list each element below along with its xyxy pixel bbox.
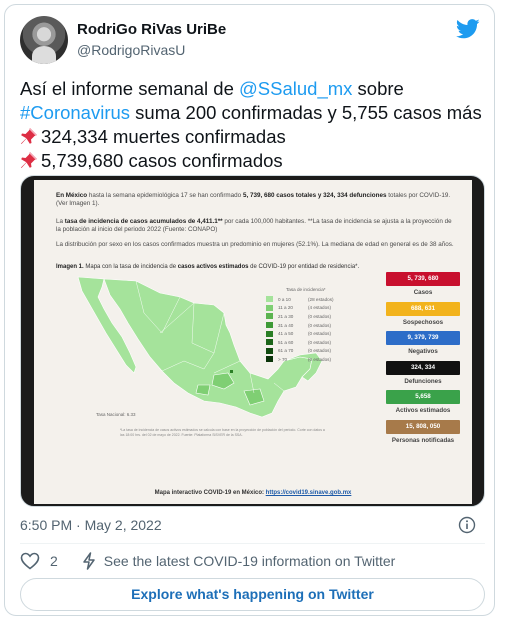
report-paragraph-2: La tasa de incidencia de casos acumulado… [56,218,454,235]
legend-swatch [266,304,273,311]
heart-icon[interactable] [20,552,40,570]
map-title: Imagen 1. Mapa con la tasa de incidencia… [56,264,359,270]
legend-range: 61 a 70 [278,348,294,354]
stat-value: 324, 334 [386,360,460,375]
report-text: En México [56,192,88,199]
tasa-nacional: Tasa Nacional: 6.33 [96,412,136,417]
tweet-text-segment: 5,739,680 casos confirmados [41,150,283,171]
stat-value: 9, 379, 739 [386,331,460,345]
user-handle[interactable]: @RodrigoRivasU [77,42,185,58]
tweet-actions: 2 See the latest COVID-19 information on… [20,551,395,571]
legend-count: (0 estados) [308,356,331,362]
legend-count: (0 estados) [308,339,331,345]
legend-range: 31 a 40 [278,322,294,328]
lightning-icon [83,552,95,570]
legend-range: 0 a 10 [278,296,291,302]
report-text: de COVID-19 por entidad de residencia*. [248,264,360,270]
legend-range: 11 a 20 [278,305,293,311]
map-region-state-11-20 [195,384,211,396]
legend-swatch [266,356,273,363]
stat-block: 5, 739, 680 Casos [386,272,460,297]
legend-count: (28 estados) [308,296,334,302]
display-name[interactable]: RodriGo RiVas UriBe [77,21,226,38]
map-marker-cdmx [230,370,233,373]
legend-range: 21 a 30 [278,313,294,319]
legend-row: 51 a 60 (0 estados) [266,338,346,347]
hashtag-link[interactable]: #Coronavirus [20,102,130,123]
legend-row: 21 a 30 (0 estados) [266,312,346,321]
legend-row: > 70 (0 estados) [266,355,346,364]
map-notes: *La tasa de incidencia de casos activos … [120,428,325,437]
twitter-bird-icon[interactable] [456,19,480,39]
report-text: Mapa interactivo COVID-19 en México: [154,490,266,496]
legend-range: > 70 [278,356,288,362]
legend-row: 61 a 70 (0 estados) [266,347,346,356]
report-text: La [56,218,65,225]
stat-label: Negativos [408,348,438,355]
tweet-card: RodriGo RiVas UriBe @RodrigoRivasU Así e… [4,4,495,616]
legend-swatch [266,322,273,329]
report-paragraph-3: La distribución por sexo en los casos co… [56,241,454,248]
stat-block: 15, 808, 050 Personas notificadas [386,419,460,445]
avatar[interactable] [20,16,68,64]
report-document: En México hasta la semana epidemiológica… [34,180,472,504]
stat-label: Casos [413,289,433,296]
stat-label: Defunciones [404,377,442,385]
tweet-media-image[interactable]: En México hasta la semana epidemiológica… [20,175,485,507]
stat-value: 5,658 [386,390,460,404]
interactive-map-caption: Mapa interactivo COVID-19 en México: htt… [34,490,472,496]
stat-value: 688, 631 [386,301,460,316]
stats-panel: 5, 739, 680 Casos 688, 631 Sospechosos 9, 37… [386,272,460,449]
legend-header: Tasa de incidencia* [286,287,326,292]
stat-block: 688, 631 Sospechosos [386,301,460,327]
tweet-text-segment: suma 200 confirmadas y 5,755 casos más [130,102,482,123]
legend-count: (0 estados) [308,348,331,354]
legend-swatch [266,339,273,346]
tweet-timestamp[interactable]: 6:50 PM · May 2, 2022 [20,517,162,533]
legend-count: (0 estados) [308,331,331,337]
stat-label: Sospechosos [402,318,444,326]
legend-count: (0 estados) [308,313,331,319]
legend-count: (4 estados) [308,305,331,311]
stat-block: 9, 379, 739 Negativos [386,331,460,356]
info-icon[interactable] [458,516,476,534]
divider [20,543,485,544]
stat-block: 324, 334 Defunciones [386,360,460,386]
mention-link[interactable]: @SSalud_mx [239,78,352,99]
like-count[interactable]: 2 [50,553,58,569]
report-paragraph-1: En México hasta la semana epidemiológica… [56,192,454,209]
legend-range: 51 a 60 [278,339,294,345]
covid-info-link[interactable]: See the latest COVID-19 information on T… [104,553,396,569]
report-text: 5, 739, 680 casos totales y 324, 334 def… [242,192,387,199]
legend-swatch [266,330,273,337]
tweet-text: Así el informe semanal de @SSalud_mx sob… [20,77,490,173]
stat-block: 5,658 Activos estimados [386,390,460,415]
report-text: tasa de incidencia de casos acumulados d… [64,218,223,225]
map-legend: Tasa de incidencia* 0 a 10 (28 estados) 11… [266,287,346,364]
legend-swatch [266,313,273,320]
report-text: hasta la semana epidemiológica 17 se han… [87,192,243,199]
legend-row: 11 a 20 (4 estados) [266,304,346,313]
stat-value: 5, 739, 680 [386,272,460,286]
tweet-text-segment: sobre [352,78,404,99]
legend-row: 41 a 50 (0 estados) [266,329,346,338]
legend-row: 0 a 10 (28 estados) [266,295,346,304]
legend-count: (0 estados) [308,322,331,328]
pushpin-icon [20,127,38,145]
legend-swatch [266,347,273,354]
legend-swatch [266,296,273,303]
explore-button[interactable]: Explore what's happening on Twitter [20,578,485,611]
tweet-text-segment: Así el informe semanal de [20,78,240,99]
interactive-map-link[interactable]: https://covid19.sinave.gob.mx [266,490,352,496]
report-text: Imagen 1. [56,264,84,270]
stat-value: 15, 808, 050 [386,419,460,434]
pushpin-icon [20,151,38,169]
legend-range: 41 a 50 [278,331,294,337]
report-text: casos activos estimados [177,264,249,270]
stat-label: Personas notificadas [391,436,455,444]
legend-row: 31 a 40 (0 estados) [266,321,346,330]
report-text: Mapa con la tasa de incidencia de [83,264,178,270]
tweet-text-segment: 324,334 muertes confirmadas [41,126,286,147]
stat-label: Activos estimados [395,407,451,414]
